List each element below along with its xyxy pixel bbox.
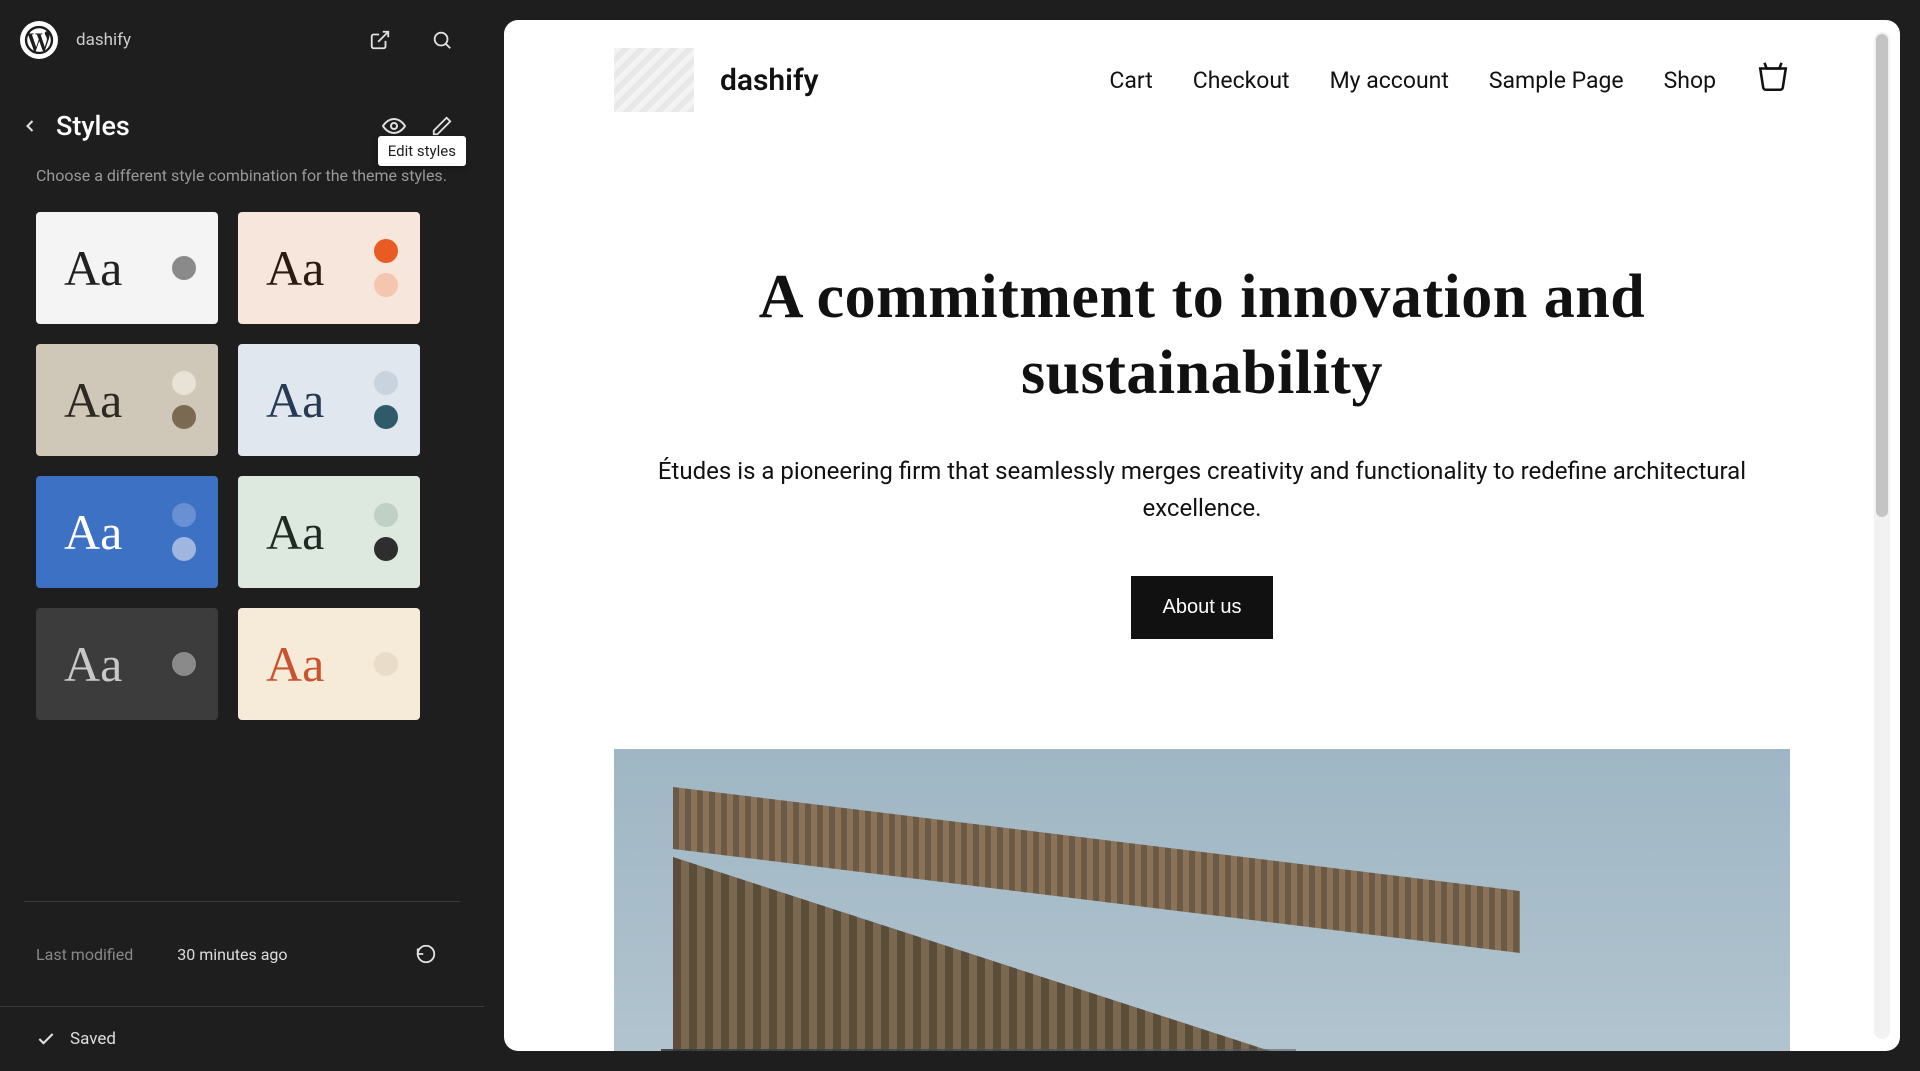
preview-site-title[interactable]: dashify	[720, 63, 819, 98]
color-dot-icon	[374, 652, 398, 676]
style-swatch[interactable]: Aa	[238, 212, 420, 324]
last-modified-row: Last modified 30 minutes ago	[0, 902, 484, 1006]
color-dot-icon	[374, 537, 398, 561]
sidebar-header: dashify	[0, 0, 484, 80]
color-dot-icon	[374, 273, 398, 297]
site-name: dashify	[76, 30, 131, 50]
swatch-sample-text: Aa	[64, 371, 122, 429]
nav-link[interactable]: Sample Page	[1489, 67, 1624, 94]
panel-title: Styles	[56, 110, 368, 142]
saved-label: Saved	[70, 1029, 116, 1049]
swatch-sample-text: Aa	[64, 239, 122, 297]
search-icon[interactable]	[420, 18, 464, 62]
wordpress-logo-icon[interactable]	[20, 21, 58, 59]
hero-subtitle: Études is a pioneering firm that seamles…	[614, 453, 1790, 527]
color-dot-icon	[172, 256, 196, 280]
color-dot-icon	[172, 537, 196, 561]
swatch-sample-text: Aa	[266, 635, 324, 693]
swatch-sample-text: Aa	[266, 239, 324, 297]
saved-status-bar: Saved	[0, 1006, 484, 1071]
color-dot-icon	[172, 371, 196, 395]
last-modified-label: Last modified	[36, 945, 133, 964]
check-icon	[36, 1029, 56, 1049]
preview-wrap: dashify Cart Checkout My account Sample Pag…	[484, 0, 1920, 1071]
color-dot-icon	[374, 239, 398, 263]
view-site-icon[interactable]	[358, 18, 402, 62]
style-swatch[interactable]: Aa	[238, 344, 420, 456]
nav-link[interactable]: Checkout	[1193, 67, 1290, 94]
color-dot-icon	[172, 652, 196, 676]
preview-scrollbar[interactable]	[1874, 32, 1890, 1039]
preview-scrollbar-thumb[interactable]	[1876, 34, 1888, 517]
swatch-sample-text: Aa	[266, 503, 324, 561]
hero-image	[614, 749, 1790, 1051]
style-swatch[interactable]: Aa	[238, 476, 420, 588]
editor-sidebar: dashify Styles Edit styles Choose a diff…	[0, 0, 484, 1071]
nav-link[interactable]: Cart	[1109, 67, 1152, 94]
color-dot-icon	[374, 371, 398, 395]
style-swatch[interactable]: Aa	[238, 608, 420, 720]
color-dot-icon	[374, 503, 398, 527]
panel-description: Choose a different style combination for…	[0, 164, 484, 212]
hero-title: A commitment to innovation and sustainab…	[614, 260, 1790, 411]
style-swatch[interactable]: Aa	[36, 212, 218, 324]
style-swatch[interactable]: Aa	[36, 608, 218, 720]
preview-nav: Cart Checkout My account Sample Page Shop	[1109, 60, 1790, 100]
style-swatch[interactable]: Aa	[36, 476, 218, 588]
swatch-sample-text: Aa	[64, 635, 122, 693]
back-button[interactable]	[8, 104, 52, 148]
about-us-button[interactable]: About us	[1131, 576, 1274, 639]
revisions-icon[interactable]	[404, 932, 448, 976]
color-dot-icon	[374, 405, 398, 429]
site-logo-placeholder-icon[interactable]	[614, 48, 694, 112]
last-modified-value: 30 minutes ago	[177, 945, 287, 964]
nav-link[interactable]: Shop	[1664, 67, 1716, 94]
preview-header: dashify Cart Checkout My account Sample Pag…	[614, 20, 1790, 140]
style-swatch-grid: Aa Aa Aa Aa Aa Aa Aa Aa	[0, 212, 484, 720]
color-dot-icon	[172, 503, 196, 527]
site-preview-frame[interactable]: dashify Cart Checkout My account Sample Pag…	[504, 20, 1900, 1051]
swatch-sample-text: Aa	[266, 371, 324, 429]
color-dot-icon	[172, 405, 196, 429]
swatch-sample-text: Aa	[64, 503, 122, 561]
tooltip: Edit styles	[378, 136, 466, 166]
cart-icon[interactable]	[1756, 60, 1790, 100]
nav-link[interactable]: My account	[1330, 67, 1449, 94]
panel-title-row: Styles Edit styles	[0, 80, 484, 164]
style-swatch[interactable]: Aa	[36, 344, 218, 456]
